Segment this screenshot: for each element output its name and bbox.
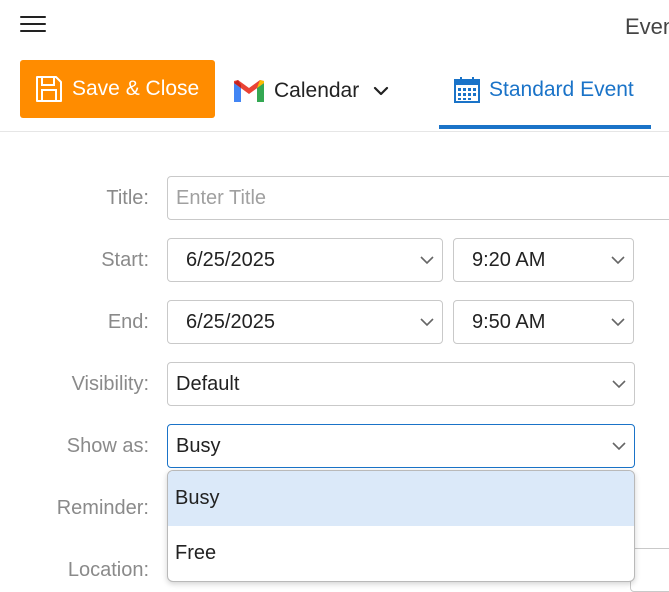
calendar-label: Calendar [274,79,360,102]
chevron-down-icon [420,255,434,264]
chevron-down-icon [612,379,626,388]
chevron-down-icon [611,317,625,326]
gmail-icon [234,80,264,102]
calendar-grid-icon [454,77,480,103]
show-as-label: Show as: [66,435,149,457]
end-time-select[interactable]: 9:50 AM [453,300,634,344]
visibility-select[interactable]: Default [167,362,635,406]
start-label: Start: [101,249,149,271]
start-time-value: 9:20 AM [472,248,546,271]
tab-active-indicator [439,125,651,129]
window-title: Event [625,14,669,39]
start-date-select[interactable]: 6/25/2025 [167,238,443,282]
show-as-value: Busy [176,434,221,457]
tab-standard-event[interactable]: Standard Event [439,62,651,118]
start-time-select[interactable]: 9:20 AM [453,238,634,282]
option-free[interactable]: Free [168,526,634,581]
reminder-label: Reminder: [56,497,149,519]
calendar-selector[interactable]: Calendar [232,72,389,110]
end-date-select[interactable]: 6/25/2025 [167,300,443,344]
header-divider [0,131,669,132]
end-label: End: [107,311,149,333]
title-label: Title: [106,187,149,209]
chevron-down-icon [420,317,434,326]
end-date-value: 6/25/2025 [186,310,275,333]
title-input[interactable] [167,176,669,220]
option-busy[interactable]: Busy [168,471,634,526]
save-close-label: Save & Close [72,77,200,100]
start-date-value: 6/25/2025 [186,248,275,271]
chevron-down-icon [611,255,625,264]
save-icon [36,76,62,102]
show-as-dropdown: Busy Free [167,470,635,582]
visibility-label: Visibility: [71,373,149,395]
chevron-down-icon [612,441,626,450]
save-close-button[interactable]: Save & Close [20,60,215,118]
location-input[interactable] [630,548,669,592]
tab-standard-event-label: Standard Event [489,78,634,101]
location-label: Location: [67,559,149,581]
menu-icon[interactable] [20,14,46,34]
chevron-down-icon [374,86,389,96]
show-as-select[interactable]: Busy [167,424,635,468]
visibility-value: Default [176,372,240,395]
end-time-value: 9:50 AM [472,310,546,333]
